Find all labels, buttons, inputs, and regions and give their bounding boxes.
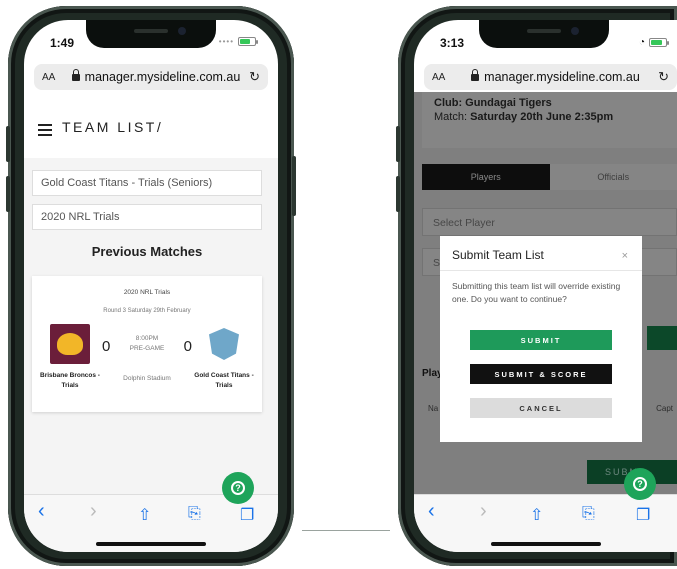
text-size-button[interactable]: AA <box>42 72 55 83</box>
cancel-button[interactable]: CANCEL <box>470 398 612 418</box>
side-button <box>6 176 10 212</box>
wifi-icon: ◔ <box>638 37 645 48</box>
page-title: TEAM LIST/ <box>62 119 164 135</box>
url-display[interactable]: manager.mysideline.com.au <box>70 69 242 84</box>
address-bar[interactable]: AA manager.mysideline.com.au ↻ <box>424 64 677 90</box>
competition-select[interactable]: 2020 NRL Trials <box>32 204 262 230</box>
match-round: Round 3 Saturday 29th February <box>103 308 191 314</box>
forward-icon[interactable]: › <box>90 500 97 523</box>
modal-title: Submit Team List <box>452 248 544 262</box>
question-circle-icon: ? <box>633 477 647 491</box>
notch <box>479 20 609 48</box>
reload-icon[interactable]: ↻ <box>658 69 669 85</box>
address-bar[interactable]: AA manager.mysideline.com.au ↻ <box>34 64 268 90</box>
side-button <box>6 126 10 162</box>
status-time: 3:13 <box>440 36 465 50</box>
status-icons: ◔ <box>638 37 669 48</box>
browser-toolbar: ‹ › ⇧ ⎘ ❐ <box>414 494 677 552</box>
share-icon[interactable]: ⇧ <box>530 505 543 525</box>
side-button <box>396 176 400 212</box>
team-list-page: TEAM LIST/ Gold Coast Titans - Trials (S… <box>24 92 278 494</box>
status-icons: •••• <box>218 37 258 46</box>
lock-icon <box>471 69 480 81</box>
right-phone-frame: 3:13 ◔ AA manager.mysideline.com.au ↻ Cl… <box>396 6 677 566</box>
back-icon[interactable]: ‹ <box>428 500 435 523</box>
team-submit-page: Club: Gundagai Tigers Match: Saturday 20… <box>414 92 677 494</box>
bookmarks-icon[interactable]: ⎘ <box>582 505 595 523</box>
connector-line <box>302 530 390 531</box>
right-screen: 3:13 ◔ AA manager.mysideline.com.au ↻ Cl… <box>414 20 677 552</box>
team-select[interactable]: Gold Coast Titans - Trials (Seniors) <box>32 170 262 196</box>
left-screen: 1:49 •••• AA manager.mysideline.com.au ↻… <box>24 20 278 552</box>
url-display[interactable]: manager.mysideline.com.au <box>460 69 651 84</box>
tabs-icon[interactable]: ❐ <box>240 505 254 525</box>
match-time-status: 8:00PM PRE-GAME <box>32 334 262 354</box>
battery-icon <box>649 38 669 47</box>
lock-icon <box>71 69 80 81</box>
match-card[interactable]: 2020 NRL Trials Round 3 Saturday 29th Fe… <box>32 276 262 412</box>
home-indicator <box>96 542 206 546</box>
back-icon[interactable]: ‹ <box>38 500 45 523</box>
hamburger-menu-icon[interactable] <box>38 124 52 139</box>
match-venue: Dolphin Stadium <box>123 375 171 382</box>
submit-team-list-modal: Submit Team List × Submitting this team … <box>440 236 642 442</box>
battery-icon <box>238 37 258 46</box>
share-icon[interactable]: ⇧ <box>138 505 151 525</box>
side-button <box>292 156 296 216</box>
side-button <box>396 126 400 162</box>
bookmarks-icon[interactable]: ⎘ <box>188 505 201 523</box>
help-button[interactable]: ? <box>222 472 254 504</box>
text-size-button[interactable]: AA <box>432 72 445 83</box>
match-competition: 2020 NRL Trials <box>123 289 171 296</box>
modal-message: Submitting this team list will override … <box>452 281 621 304</box>
forward-icon[interactable]: › <box>480 500 487 523</box>
status-time: 1:49 <box>50 36 75 50</box>
submit-and-score-button[interactable]: SUBMIT & SCORE <box>470 364 612 384</box>
url-text: manager.mysideline.com.au <box>84 70 241 84</box>
home-indicator <box>490 542 601 546</box>
reload-icon[interactable]: ↻ <box>249 69 260 85</box>
tabs-icon[interactable]: ❐ <box>636 505 650 525</box>
url-text: manager.mysideline.com.au <box>484 70 640 84</box>
page-header: TEAM LIST/ <box>24 92 278 158</box>
question-circle-icon: ? <box>231 481 245 495</box>
signal-icon: •••• <box>218 37 234 46</box>
stage: 1:49 •••• AA manager.mysideline.com.au ↻… <box>0 0 677 569</box>
help-button[interactable]: ? <box>624 468 656 500</box>
divider <box>440 270 642 271</box>
close-icon[interactable]: × <box>622 250 628 262</box>
notch <box>86 20 216 48</box>
previous-matches-heading: Previous Matches <box>91 244 203 259</box>
match-time: 8:00PM <box>135 335 159 342</box>
left-phone-frame: 1:49 •••• AA manager.mysideline.com.au ↻… <box>6 6 296 566</box>
match-status: PRE-GAME <box>129 345 165 352</box>
submit-button[interactable]: SUBMIT <box>470 330 612 350</box>
